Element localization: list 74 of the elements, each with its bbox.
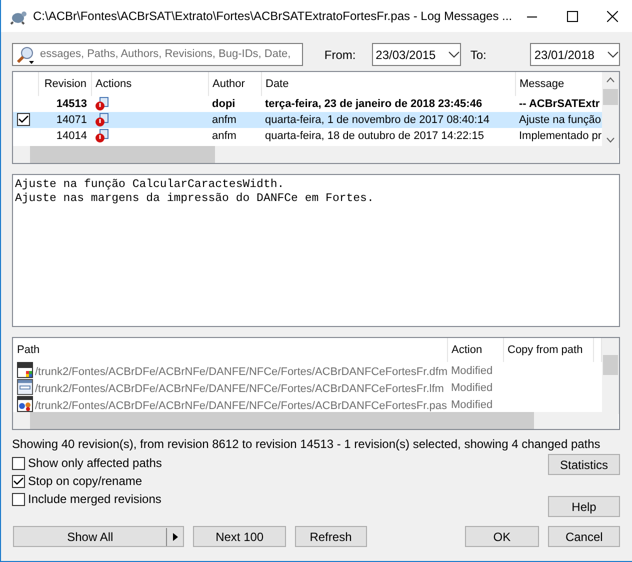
revision-row[interactable]: 14513 dopi terça-feira, 23 de janeiro de 2018 23:45:46 -- ACBrSATExtr bbox=[13, 96, 604, 112]
horizontal-scrollbar[interactable] bbox=[13, 146, 618, 163]
checkbox[interactable] bbox=[12, 456, 25, 470]
checkbox-option[interactable]: Show only affected paths bbox=[12, 456, 162, 470]
checkbox-option[interactable]: Stop on copy/rename bbox=[12, 474, 162, 488]
date-value: 23/01/2018 bbox=[534, 46, 594, 64]
column-header[interactable]: Actions bbox=[91, 72, 208, 96]
document-warning-icon bbox=[95, 113, 109, 128]
path-cell: /trunk2/Fontes/ACBrDFe/ACBrNFe/DANFE/NFCe/Fortes/ACBrDANFCeFortesFr.dfm bbox=[13, 362, 447, 379]
message-line: Ajuste nas margens da impressão do DANFCe em Fortes. bbox=[15, 192, 375, 206]
column-header[interactable]: Action bbox=[447, 338, 503, 362]
revision-cell: 14014 bbox=[38, 128, 91, 144]
author-cell: anfm bbox=[208, 112, 261, 128]
form-file-icon bbox=[17, 362, 33, 378]
path-cell: /trunk2/Fontes/ACBrDFe/ACBrNFe/DANFE/NFCe/Fortes/ACBrDANFCeFortesFr.lfm bbox=[13, 379, 447, 396]
action-cell: Modified bbox=[447, 396, 503, 413]
scroll-down-icon[interactable] bbox=[606, 137, 615, 143]
dialog-button[interactable]: Statistics bbox=[548, 454, 620, 475]
dialog-button[interactable]: Next 100 bbox=[193, 526, 286, 547]
path-cell: /trunk2/Fontes/ACBrDFe/ACBrNFe/DANFE/NFCe/Fortes/ACBrDANFCeFortesFr.pas bbox=[13, 396, 447, 413]
turtle-icon bbox=[9, 8, 27, 25]
scrollbar-thumb[interactable] bbox=[30, 146, 215, 163]
vertical-scrollbar[interactable] bbox=[602, 72, 619, 148]
to-label: To: bbox=[470, 46, 488, 64]
date-value: 23/03/2015 bbox=[376, 46, 436, 64]
chevron-down-icon bbox=[607, 50, 619, 58]
search-icon bbox=[16, 44, 36, 64]
action-cell-text: Modified bbox=[450, 380, 494, 396]
message-cell: Ajuste na função bbox=[515, 112, 604, 128]
checkbox[interactable] bbox=[12, 474, 25, 488]
scrollbar-thumb[interactable] bbox=[30, 412, 534, 429]
revision-row[interactable]: 14071 anfm quarta-feira, 1 de novembro de 2017 08:40:14 Ajuste na função bbox=[13, 112, 604, 128]
from-date-picker[interactable]: 23/03/2015 bbox=[372, 43, 462, 66]
column-header[interactable]: Author bbox=[208, 72, 261, 96]
action-cell: Modified bbox=[447, 362, 503, 379]
dialog-button[interactable]: Help bbox=[548, 496, 620, 517]
message-line: Ajuste na função CalcularCaractesWidth. bbox=[15, 178, 286, 192]
dialog-button[interactable]: Cancel bbox=[548, 526, 620, 547]
source-file-icon bbox=[17, 396, 33, 412]
horizontal-scrollbar[interactable] bbox=[13, 412, 618, 429]
document-warning-icon bbox=[95, 129, 109, 144]
revision-cell: 14513 bbox=[38, 96, 91, 112]
message-cell: Implementado pr bbox=[515, 128, 604, 144]
date-cell: quarta-feira, 18 de outubro de 2017 14:22:15 bbox=[261, 128, 515, 144]
dialog-button[interactable]: OK bbox=[464, 526, 540, 547]
revision-cell: 14071 bbox=[38, 112, 91, 128]
author-cell: dopi bbox=[208, 96, 261, 112]
message-cell: -- ACBrSATExtr bbox=[515, 96, 604, 112]
status-text: Showing 40 revision(s), from revision 8612 to revision 14513 - 1 revision(s) selected, showing 4 changed paths bbox=[12, 436, 602, 453]
maximize-icon bbox=[566, 10, 578, 22]
close-icon bbox=[606, 10, 618, 22]
dialog-button[interactable]: Show All bbox=[13, 526, 184, 547]
chevron-down-icon bbox=[448, 50, 460, 58]
search-field[interactable]: essages, Paths, Authors, Revisions, Bug-IDs, Date, bbox=[12, 43, 304, 66]
checkbox-option[interactable]: Include merged revisions bbox=[12, 492, 162, 506]
column-header[interactable]: Date bbox=[261, 72, 515, 96]
document-warning-icon bbox=[95, 97, 109, 112]
from-label: From: bbox=[324, 46, 357, 64]
revision-row[interactable]: 14014 anfm quarta-feira, 18 de outubro de 2017 14:22:15 Implementado pr bbox=[13, 128, 604, 144]
column-header[interactable]: Revision bbox=[38, 72, 91, 96]
checkbox[interactable] bbox=[12, 492, 25, 506]
dialog-button[interactable]: Refresh bbox=[294, 526, 367, 547]
scroll-up-icon[interactable] bbox=[606, 77, 615, 83]
scrollbar-thumb[interactable] bbox=[603, 89, 618, 105]
date-cell: terça-feira, 23 de janeiro de 2018 23:45:46 bbox=[261, 96, 515, 112]
vertical-scrollbar[interactable] bbox=[602, 338, 619, 414]
date-cell: quarta-feira, 1 de novembro de 2017 08:40:14 bbox=[261, 112, 515, 128]
checkbox[interactable] bbox=[17, 112, 30, 126]
window-title: C:\ACBr\Fontes\ACBrSAT\Extrato\Fortes\ACBrSATExtratoFortesFr.pas - Log Messages ... bbox=[33, 8, 512, 25]
to-date-picker[interactable]: 23/01/2018 bbox=[530, 43, 620, 66]
scrollbar-thumb[interactable] bbox=[603, 355, 618, 375]
column-header[interactable]: Copy from path bbox=[503, 338, 593, 362]
window-file-icon bbox=[17, 379, 33, 395]
author-cell: anfm bbox=[208, 128, 261, 144]
